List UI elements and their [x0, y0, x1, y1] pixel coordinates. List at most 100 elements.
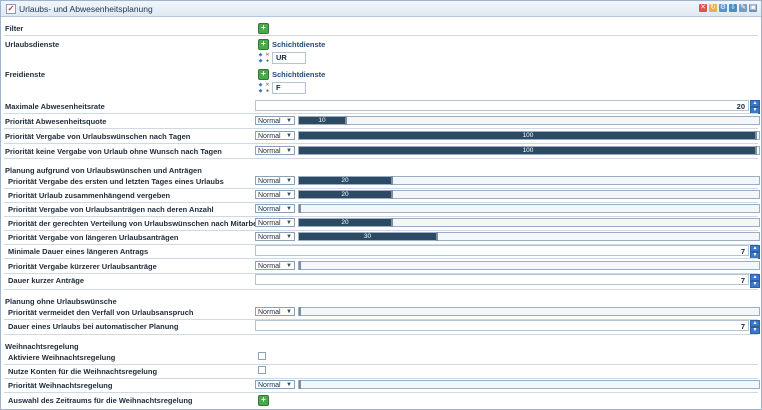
- slider-fill: 20: [299, 219, 391, 226]
- dauer-automatisch-label: Dauer eines Urlaubs bei automatischer Pl…: [8, 322, 179, 331]
- settings-panel: Filter + Urlaubsdienste + Schichtdienste…: [0, 17, 762, 410]
- priority-slider[interactable]: 20: [298, 190, 760, 199]
- spin-arrows-icon[interactable]: ▲ ▼: [750, 245, 760, 259]
- list-actions-icon[interactable]: ◆ ✕ ◆ ●: [257, 52, 271, 64]
- slider-fill: 20: [299, 177, 391, 184]
- planung-item-row: Priorität Vergabe von längeren Urlaubsan…: [0, 231, 762, 243]
- number-value: 7: [740, 322, 745, 331]
- slider-handle[interactable]: [299, 261, 301, 270]
- prio-weihnacht-label: Priorität Weihnachtsregelung: [8, 381, 113, 390]
- priority-slider[interactable]: [298, 380, 760, 389]
- select-value: Normal: [258, 263, 281, 270]
- max-abwesenheitsrate-input[interactable]: 20: [255, 100, 749, 111]
- urlaubsdienste-row: Urlaubsdienste + Schichtdienste ◆ ✕ ◆ ● UR: [0, 38, 762, 68]
- priority-slider[interactable]: [298, 307, 760, 316]
- select-value: Normal: [258, 133, 281, 140]
- priority-select[interactable]: Normal ▼: [255, 261, 295, 270]
- aktiviere-weihnacht-checkbox[interactable]: [258, 352, 266, 360]
- priority-select[interactable]: Normal ▼: [255, 307, 295, 316]
- settings-icon[interactable]: ⚙: [719, 4, 727, 12]
- export-icon[interactable]: ⇩: [729, 4, 737, 12]
- checkbox-icon[interactable]: ✓: [6, 4, 16, 14]
- priority-slider[interactable]: [298, 261, 760, 270]
- priority-slider[interactable]: 100: [298, 131, 760, 140]
- priority-select[interactable]: Normal ▼: [255, 380, 295, 389]
- planung-item-row: Priorität Vergabe des ersten und letzten…: [0, 175, 762, 187]
- planung-item-row: Priorität der gerechten Verteilung von U…: [0, 217, 762, 229]
- save-icon[interactable]: ▣: [749, 4, 757, 12]
- priority-select[interactable]: Normal ▼: [255, 131, 295, 140]
- priority-slider[interactable]: 100: [298, 146, 760, 155]
- select-value: Normal: [258, 206, 281, 213]
- priority-slider[interactable]: 20: [298, 176, 760, 185]
- urlaubsdienste-value[interactable]: UR: [272, 52, 306, 64]
- slider-handle[interactable]: [299, 380, 301, 389]
- priority-select[interactable]: Normal ▼: [255, 190, 295, 199]
- refresh-icon[interactable]: ↻: [709, 4, 717, 12]
- slider-handle[interactable]: [755, 131, 757, 140]
- minimale-dauer-input[interactable]: 7: [255, 245, 749, 256]
- priority-slider[interactable]: 30: [298, 232, 760, 241]
- spin-arrows-icon[interactable]: ▲ ▼: [750, 274, 760, 288]
- minimale-dauer-row: Minimale Dauer eines längeren Antrags 7 …: [0, 245, 762, 259]
- dauer-automatisch-input[interactable]: 7: [255, 320, 749, 331]
- priority-select[interactable]: Normal ▼: [255, 176, 295, 185]
- select-value: Normal: [258, 382, 281, 389]
- priority-slider[interactable]: 20: [298, 218, 760, 227]
- priority-select[interactable]: Normal ▼: [255, 116, 295, 125]
- number-value: 7: [740, 276, 745, 285]
- chevron-down-icon: ▼: [286, 118, 292, 124]
- list-actions-icon[interactable]: ◆ ✕ ◆ ●: [257, 82, 271, 94]
- chevron-down-icon: ▼: [286, 309, 292, 315]
- slider-handle[interactable]: [436, 232, 438, 241]
- divider: [4, 143, 758, 144]
- toolbar: ✕ ↻ ⚙ ⇩ ✎ ▣: [699, 4, 757, 12]
- slider-handle[interactable]: [299, 307, 301, 316]
- slider-handle[interactable]: [345, 116, 347, 125]
- spin-arrows-icon[interactable]: ▲ ▼: [750, 320, 760, 334]
- chevron-down-icon: ▼: [286, 178, 292, 184]
- freidienste-link[interactable]: Schichtdienste: [272, 70, 325, 79]
- section-title: Planung ohne Urlaubswünsche: [5, 297, 117, 306]
- urlaubsdienste-label: Urlaubsdienste: [5, 40, 60, 49]
- planung-item-label: Priorität Urlaub zusammenhängend vergebe…: [8, 191, 171, 200]
- freidienste-value[interactable]: F: [272, 82, 306, 94]
- slider-fill: 100: [299, 132, 757, 139]
- prio-abwesenheitsquote-row: Priorität Abwesenheitsquote Normal ▼ 10: [0, 115, 762, 127]
- slider-handle[interactable]: [391, 190, 393, 199]
- slider-handle[interactable]: [391, 218, 393, 227]
- priority-slider[interactable]: 10: [298, 116, 760, 125]
- plus-icon[interactable]: +: [258, 69, 269, 80]
- priority-select[interactable]: Normal ▼: [255, 232, 295, 241]
- priority-select[interactable]: Normal ▼: [255, 218, 295, 227]
- select-value: Normal: [258, 148, 281, 155]
- urlaubsdienste-link[interactable]: Schichtdienste: [272, 40, 325, 49]
- close-red-icon[interactable]: ✕: [699, 4, 707, 12]
- priority-select[interactable]: Normal ▼: [255, 204, 295, 213]
- divider: [4, 334, 758, 335]
- prio-kuerzer-label: Priorität Vergabe kürzerer Urlaubsanträg…: [8, 262, 157, 271]
- priority-slider[interactable]: [298, 204, 760, 213]
- prio-vergabe-wuensche-row: Priorität Vergabe von Urlaubswünschen na…: [0, 130, 762, 142]
- dauer-kurzer-input[interactable]: 7: [255, 274, 749, 285]
- auswahl-zeitraum-row: Auswahl des Zeitraums für die Weihnachts…: [0, 394, 762, 406]
- slider-handle[interactable]: [755, 146, 757, 155]
- plus-icon[interactable]: +: [258, 395, 269, 406]
- freidienste-label: Freidienste: [5, 70, 46, 79]
- aktiviere-weihnacht-row: Aktiviere Weihnachtsregelung: [0, 351, 762, 363]
- dauer-kurzer-row: Dauer kurzer Anträge 7 ▲ ▼: [0, 274, 762, 288]
- window-titlebar: ✓ Urlaubs- und Abwesenheitsplanung ✕ ↻ ⚙…: [1, 1, 761, 17]
- slider-handle[interactable]: [299, 204, 301, 213]
- chevron-down-icon: ▼: [286, 220, 292, 226]
- divider: [4, 258, 758, 259]
- select-value: Normal: [258, 309, 281, 316]
- chevron-down-icon: ▼: [286, 263, 292, 269]
- slider-handle[interactable]: [391, 176, 393, 185]
- minimale-dauer-label: Minimale Dauer eines längeren Antrags: [8, 247, 149, 256]
- nutze-konten-checkbox[interactable]: [258, 366, 266, 374]
- plus-icon[interactable]: +: [258, 39, 269, 50]
- priority-select[interactable]: Normal ▼: [255, 146, 295, 155]
- spin-arrows-icon[interactable]: ▲ ▼: [750, 100, 760, 114]
- plus-icon[interactable]: +: [258, 23, 269, 34]
- edit-icon[interactable]: ✎: [739, 4, 747, 12]
